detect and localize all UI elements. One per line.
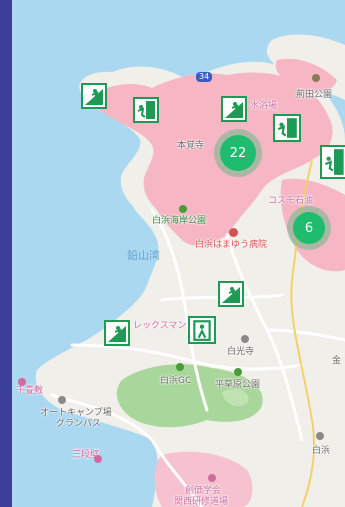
park-poi-icon[interactable] (234, 368, 242, 376)
map-label-bay: 鉛山湾 (127, 249, 160, 262)
evacuation-building-icon[interactable] (133, 97, 159, 123)
map-canvas[interactable] (12, 0, 345, 507)
temple-poi-icon[interactable] (241, 335, 249, 343)
map-label-autocamp: オートキャンプ場 (40, 408, 112, 418)
map-label-heisou-park: 平草原公園 (215, 380, 261, 390)
map-label-mansion: レックスマン (133, 321, 187, 331)
sightseeing-poi-icon[interactable] (18, 378, 26, 386)
hospital-icon[interactable] (229, 228, 238, 237)
sightseeing-poi-icon[interactable] (94, 455, 102, 463)
cluster-marker[interactable]: 22 (220, 135, 256, 171)
map-label-granpas: グランパス (56, 419, 102, 429)
map-label-park: 荊田公園 (296, 90, 333, 100)
map-label-hospital: 白浜はまゆう病院 (195, 240, 268, 250)
map-label-gas-station: コスモ石油 (268, 196, 314, 206)
evacuation-site-icon[interactable] (221, 96, 247, 122)
map-label-temple: 本覚寺 (177, 141, 205, 151)
map-label-shirahama-airport: 白浜 (312, 446, 331, 456)
map-label-kansai-kenshu: 関西研修道場 (174, 497, 229, 507)
evacuation-site-icon[interactable] (104, 320, 130, 346)
evacuation-building-icon[interactable] (320, 145, 345, 179)
route-number-badge: 34 (196, 72, 213, 82)
evacuation-door-icon[interactable] (188, 316, 216, 344)
map-label-coast-park: 白浜海岸公園 (152, 216, 207, 226)
park-poi-icon[interactable] (179, 205, 187, 213)
evacuation-site-icon[interactable] (81, 83, 107, 109)
park-poi-icon[interactable] (312, 74, 320, 82)
map-view[interactable]: 荊田公園 本覚寺 水浴場 コスモ石油 白浜海岸公園 白浜はまゆう病院 鉛山湾 レ… (12, 0, 345, 507)
map-label-kin: 金 (332, 356, 342, 366)
map-label-soka-gakkai: 創価学会 (185, 486, 222, 496)
evacuation-site-icon[interactable] (218, 281, 244, 307)
map-label-beach: 水浴場 (250, 101, 278, 111)
cluster-marker[interactable]: 6 (293, 212, 325, 244)
facility-poi-icon[interactable] (208, 474, 216, 482)
airport-poi-icon[interactable] (316, 432, 324, 440)
map-label-golf: 白浜GC (160, 376, 192, 386)
campsite-poi-icon[interactable] (58, 396, 66, 404)
map-label-chiyojo: 千畳敷 (16, 386, 44, 396)
evacuation-building-icon[interactable] (273, 114, 301, 142)
golf-poi-icon[interactable] (176, 363, 184, 371)
map-label-hakkoji: 白光寺 (227, 347, 255, 357)
